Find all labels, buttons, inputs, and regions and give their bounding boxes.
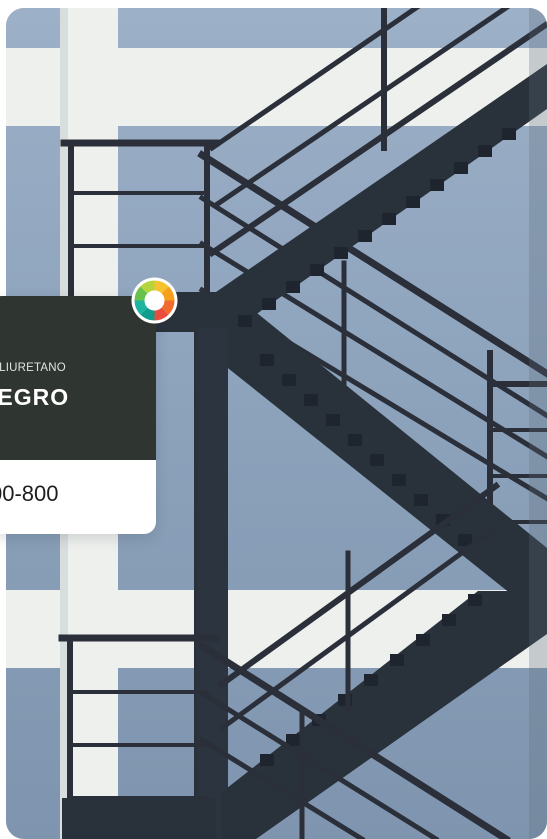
lower-landing [62, 798, 216, 839]
right-edge-shadow [529, 8, 547, 839]
page: OLIURETANO IEGRO 00-800 [0, 0, 547, 839]
color-swatch-card: OLIURETANO IEGRO 00-800 [0, 296, 156, 534]
product-code: 00-800 [0, 481, 59, 506]
color-name-label: IEGRO [0, 384, 70, 410]
product-type-label: OLIURETANO [0, 362, 66, 374]
color-wheel-icon [131, 277, 178, 324]
